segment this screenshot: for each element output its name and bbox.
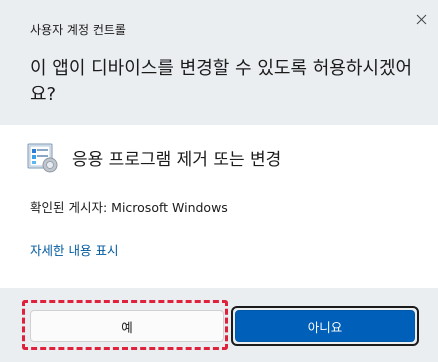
app-name: 응용 프로그램 제거 또는 변경 [72, 149, 282, 170]
no-button[interactable]: 아니요 [235, 310, 415, 342]
uac-dialog: 사용자 계정 컨트롤 이 앱이 디바이스를 변경할 수 있도록 허용하시겠어요? [0, 0, 438, 362]
dialog-question: 이 앱이 디바이스를 변경할 수 있도록 허용하시겠어요? [30, 58, 413, 105]
dialog-header: 사용자 계정 컨트롤 이 앱이 디바이스를 변경할 수 있도록 허용하시겠어요? [0, 0, 438, 125]
programs-features-icon [26, 141, 58, 173]
publisher-text: 확인된 게시자: Microsoft Windows [30, 200, 228, 215]
dialog-title: 사용자 계정 컨트롤 [30, 23, 126, 37]
close-icon [416, 10, 427, 29]
close-button[interactable] [410, 8, 432, 30]
app-info: 응용 프로그램 제거 또는 변경 [26, 140, 281, 174]
show-details-link[interactable]: 자세한 내용 표시 [30, 240, 118, 259]
yes-button[interactable]: 예 [30, 310, 224, 342]
